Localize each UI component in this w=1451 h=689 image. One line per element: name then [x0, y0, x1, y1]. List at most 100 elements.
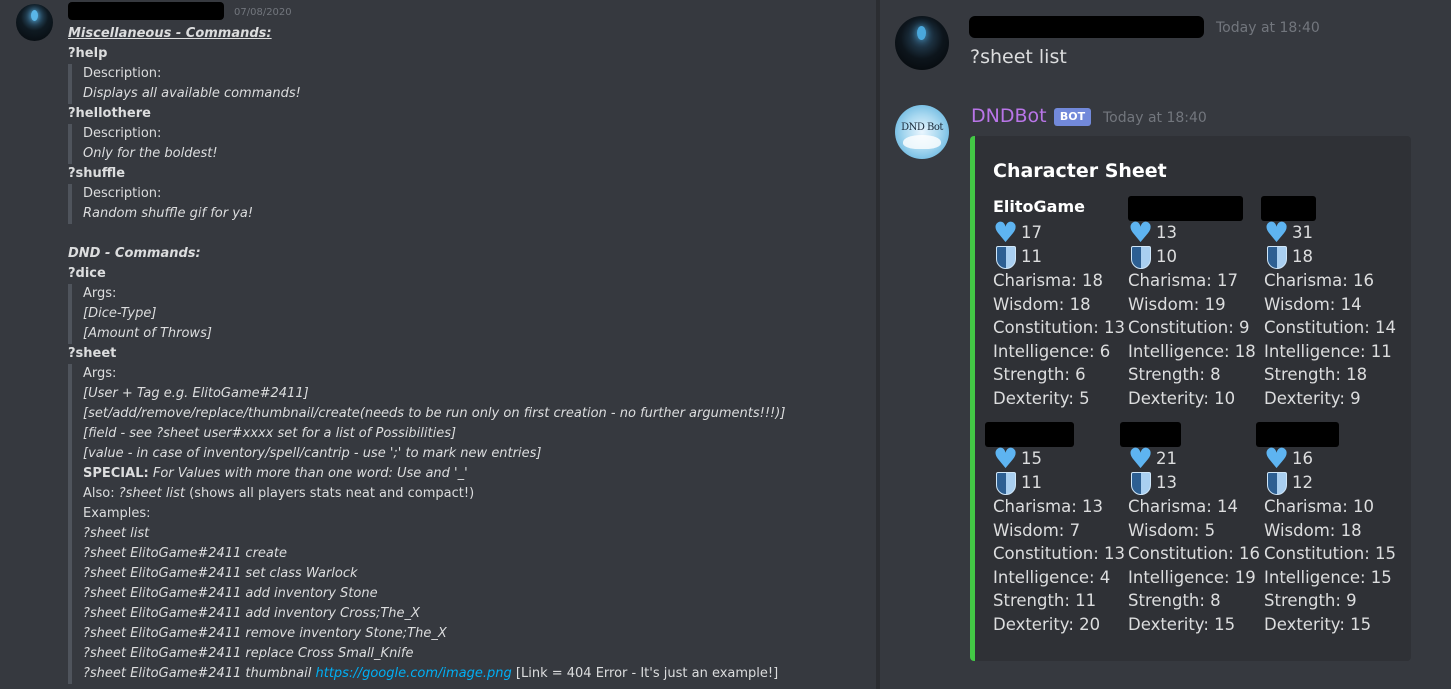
stat-strength: Strength: 8 [1128, 591, 1221, 610]
stat-charisma: Charisma: 16 [1264, 271, 1375, 290]
quote-line: Random shuffle gif for ya! [68, 204, 868, 224]
quote-line: ?sheet ElitoGame#2411 replace Cross Smal… [68, 644, 868, 664]
example-link[interactable]: https://google.com/image.png [316, 666, 512, 681]
shield-icon [1264, 245, 1288, 269]
shield-icon [1128, 245, 1152, 269]
stat-dexterity: Dexterity: 15 [1128, 614, 1236, 634]
special-text: For Values with more than one word: Use … [148, 466, 468, 481]
stat-intelligence: Intelligence: 19 [1128, 567, 1256, 587]
shield-icon [1128, 471, 1152, 495]
quote-italic-text: [Dice-Type] [83, 306, 157, 321]
shield-icon [993, 471, 1017, 495]
stat-dexterity: Dexterity: 9 [1264, 388, 1361, 408]
author-name-redacted [68, 2, 224, 20]
quote-line-special: SPECIAL: For Values with more than one w… [68, 464, 868, 484]
quote-line: Args: [68, 284, 868, 304]
quote-italic-text: ?sheet ElitoGame#2411 set class Warlock [83, 566, 358, 581]
example-command: ?sheet ElitoGame#2411 thumbnail [83, 666, 316, 681]
bot-avatar[interactable]: DND Bot [895, 105, 949, 159]
command-name-text: ?shuffle [68, 166, 126, 181]
also-text: (shows all players stats neat and compac… [184, 486, 475, 501]
player-stat-block: ElitoGame1711Charisma: 18Wisdom: 18Const… [993, 196, 1128, 410]
stat-dexterity: Dexterity: 20 [993, 614, 1101, 634]
quote-italic-text: [Amount of Throws] [83, 326, 212, 341]
stat-wisdom: Wisdom: 5 [1128, 520, 1216, 540]
user-avatar[interactable] [895, 16, 949, 70]
quote-line: ?sheet list [68, 524, 868, 544]
quote-line: [Dice-Type] [68, 304, 868, 324]
heart-icon [1128, 443, 1153, 475]
quote-italic-text: ?sheet list [83, 526, 150, 541]
armor-class-value: 18 [1292, 247, 1313, 266]
hit-points: 16 [1264, 443, 1399, 475]
message-timestamp: 07/08/2020 [234, 7, 292, 18]
command-name-text: ?help [68, 46, 108, 61]
hit-points-value: 16 [1292, 449, 1313, 468]
armor-class: 11 [993, 245, 1128, 269]
command-name-text: ?dice [68, 266, 106, 281]
quote-line: [set/add/remove/replace/thumbnail/create… [68, 404, 868, 424]
quote-label: Description: [83, 186, 162, 201]
quote-line: Description: [68, 124, 868, 144]
command-name: ?help [68, 44, 868, 64]
stat-wisdom: Wisdom: 7 [993, 520, 1081, 540]
stat-dexterity: Dexterity: 15 [1264, 614, 1372, 634]
heart-icon [1264, 443, 1289, 475]
stat-charisma: Charisma: 13 [993, 497, 1104, 516]
quote-label: Description: [83, 126, 162, 141]
armor-class: 11 [993, 471, 1128, 495]
stat-strength: Strength: 9 [1264, 591, 1357, 610]
stat-charisma: Charisma: 17 [1128, 271, 1239, 290]
quote-label: Description: [83, 66, 162, 81]
bot-name[interactable]: DNDBot [971, 105, 1047, 127]
quote-label: Args: [83, 286, 117, 301]
stat-intelligence: Intelligence: 4 [993, 567, 1111, 587]
section-heading: DND - Commands: [68, 244, 868, 264]
heart-icon [993, 443, 1018, 475]
armor-class: 18 [1264, 245, 1399, 269]
stat-wisdom: Wisdom: 18 [1264, 520, 1362, 540]
armor-class: 12 [1264, 471, 1399, 495]
stat-constitution: Constitution: 13 [993, 318, 1126, 337]
stat-wisdom: Wisdom: 19 [1128, 294, 1226, 314]
section-heading-text: DND - Commands: [68, 246, 201, 261]
example-note: [Link = 404 Error - It's just an example… [511, 666, 779, 681]
hit-points: 17 [993, 217, 1128, 249]
hit-points-value: 17 [1021, 223, 1042, 242]
player-stat-block: 31 18 Charisma: 16 Wisdom: 14 Constitution: … [1261, 196, 1399, 410]
quote-italic-text: [field - see ?sheet user#xxxx set for a … [83, 426, 457, 441]
quote-italic-text: Random shuffle gif for ya! [83, 206, 254, 221]
quote-line: Displays all available commands! [68, 84, 868, 104]
author-avatar[interactable] [16, 4, 53, 41]
command-name: ?sheet [68, 344, 868, 364]
quote-line-link: ?sheet ElitoGame#2411 thumbnail https://… [68, 664, 868, 684]
quote-line: [field - see ?sheet user#xxxx set for a … [68, 424, 868, 444]
hit-points: 15 [993, 443, 1128, 475]
quote-line: Args: [68, 364, 868, 384]
stat-wisdom: Wisdom: 18 [993, 294, 1091, 314]
command-name-text: ?sheet [68, 346, 117, 361]
command-name: ?dice [68, 264, 868, 284]
stat-strength: Strength: 18 [1264, 365, 1368, 384]
stat-constitution: Constitution: 9 [1128, 318, 1250, 337]
help-message-panel: 07/08/2020 Miscellaneous - Commands: ?hel… [0, 0, 876, 689]
armor-class-value: 11 [1021, 247, 1042, 266]
chat-panel: Today at 18:40 ?sheet list DND Bot DNDBo… [880, 0, 1451, 689]
armor-class-value: 10 [1156, 247, 1177, 266]
quote-line: Description: [68, 184, 868, 204]
hit-points: 13 [1128, 217, 1263, 249]
armor-class-value: 12 [1292, 473, 1313, 492]
special-label: SPECIAL: [83, 466, 149, 481]
quote-line: [value - in case of inventory/spell/cant… [68, 444, 868, 464]
quote-italic-text: ?sheet ElitoGame#2411 remove inventory S… [83, 626, 447, 641]
hit-points-value: 15 [1021, 449, 1042, 468]
quote-line: ?sheet ElitoGame#2411 add inventory Ston… [68, 584, 868, 604]
quote-italic-text: [User + Tag e.g. ElitoGame#2411] [83, 386, 309, 401]
stat-strength: Strength: 8 [1128, 365, 1221, 384]
section-heading: Miscellaneous - Commands: [68, 24, 868, 44]
hit-points-value: 31 [1292, 223, 1313, 242]
quote-italic-text: Only for the boldest! [83, 146, 218, 161]
user-name-redacted [969, 16, 1204, 38]
also-label: Also: [83, 486, 119, 501]
